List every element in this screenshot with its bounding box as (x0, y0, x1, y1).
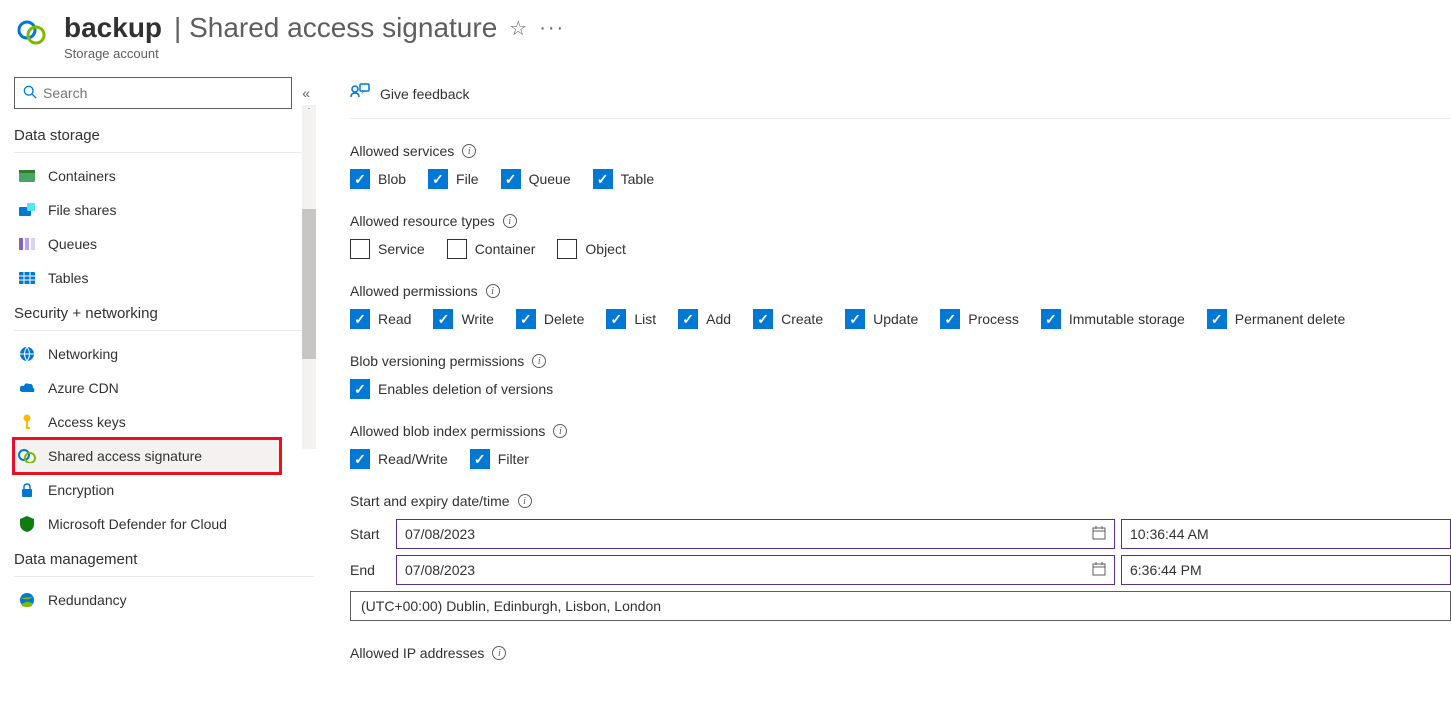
checkbox-container[interactable]: Container (447, 239, 536, 259)
end-label: End (350, 562, 390, 578)
checkbox-permanent-delete[interactable]: Permanent delete (1207, 309, 1346, 329)
page-title: | Shared access signature (174, 12, 497, 44)
section-security: Security + networking (14, 295, 316, 326)
checkbox-immutable[interactable]: Immutable storage (1041, 309, 1185, 329)
feedback-label: Give feedback (380, 86, 470, 102)
checkbox-add[interactable]: Add (678, 309, 731, 329)
ip-label: Allowed IP addresses (350, 645, 484, 661)
storage-account-icon (16, 18, 48, 49)
main-content: Give feedback Allowed services i Blob Fil… (316, 69, 1451, 727)
sidebar-item-azure-cdn[interactable]: Azure CDN (14, 371, 316, 405)
calendar-icon (1092, 526, 1106, 543)
resource-types-label: Allowed resource types (350, 213, 495, 229)
sidebar-item-queues[interactable]: Queues (14, 227, 316, 261)
checkbox-queue[interactable]: Queue (501, 169, 571, 189)
sidebar-item-encryption[interactable]: Encryption (14, 473, 316, 507)
feedback-icon (350, 83, 370, 104)
scrollbar-thumb[interactable] (302, 209, 316, 359)
feedback-link[interactable]: Give feedback (350, 69, 1451, 119)
sas-icon (18, 447, 36, 465)
checkbox-filter[interactable]: Filter (470, 449, 529, 469)
page-header: backup | Shared access signature ☆ ··· S… (0, 0, 1451, 69)
key-icon (18, 413, 36, 431)
lock-icon (18, 481, 36, 499)
search-input[interactable] (43, 85, 283, 101)
section-data-management: Data management (14, 541, 316, 572)
end-date-input[interactable]: 07/08/2023 (396, 555, 1115, 585)
checkbox-update[interactable]: Update (845, 309, 918, 329)
info-icon[interactable]: i (518, 494, 532, 508)
section-data-storage: Data storage (14, 117, 316, 148)
info-icon[interactable]: i (532, 354, 546, 368)
info-icon[interactable]: i (492, 646, 506, 660)
info-icon[interactable]: i (486, 284, 500, 298)
sidebar-item-redundancy[interactable]: Redundancy (14, 583, 316, 617)
info-icon[interactable]: i (553, 424, 567, 438)
favorite-star-icon[interactable]: ☆ (509, 16, 527, 41)
start-label: Start (350, 526, 390, 542)
sidebar-item-shared-access-signature[interactable]: Shared access signature (14, 439, 280, 473)
checkbox-delete[interactable]: Delete (516, 309, 584, 329)
start-date-input[interactable]: 07/08/2023 (396, 519, 1115, 549)
resource-type-subtitle: Storage account (64, 46, 1435, 61)
checkbox-create[interactable]: Create (753, 309, 823, 329)
search-icon (23, 85, 37, 102)
timezone-select[interactable]: (UTC+00:00) Dublin, Edinburgh, Lisbon, L… (350, 591, 1451, 621)
sidebar-search[interactable] (14, 77, 292, 109)
globe-icon (18, 591, 36, 609)
info-icon[interactable]: i (503, 214, 517, 228)
collapse-sidebar-icon[interactable]: « (302, 85, 310, 101)
versioning-label: Blob versioning permissions (350, 353, 524, 369)
calendar-icon (1092, 562, 1106, 579)
shield-icon (18, 515, 36, 533)
allowed-services-label: Allowed services (350, 143, 454, 159)
checkbox-service[interactable]: Service (350, 239, 425, 259)
blob-index-label: Allowed blob index permissions (350, 423, 545, 439)
queues-icon (18, 235, 36, 253)
checkbox-delete-versions[interactable]: Enables deletion of versions (350, 379, 553, 399)
checkbox-object[interactable]: Object (557, 239, 625, 259)
sidebar-item-containers[interactable]: Containers (14, 159, 316, 193)
checkbox-blob[interactable]: Blob (350, 169, 406, 189)
checkbox-process[interactable]: Process (940, 309, 1019, 329)
cdn-icon (18, 379, 36, 397)
sidebar-item-networking[interactable]: Networking (14, 337, 316, 371)
containers-icon (18, 167, 36, 185)
sidebar-item-file-shares[interactable]: File shares (14, 193, 316, 227)
networking-icon (18, 345, 36, 363)
info-icon[interactable]: i (462, 144, 476, 158)
datetime-label: Start and expiry date/time (350, 493, 510, 509)
sidebar-item-tables[interactable]: Tables (14, 261, 316, 295)
sidebar-item-defender[interactable]: Microsoft Defender for Cloud (14, 507, 316, 541)
checkbox-table[interactable]: Table (593, 169, 654, 189)
checkbox-file[interactable]: File (428, 169, 479, 189)
more-actions-icon[interactable]: ··· (539, 17, 565, 40)
resource-name: backup (64, 12, 162, 44)
end-time-input[interactable]: 6:36:44 PM (1121, 555, 1451, 585)
tables-icon (18, 269, 36, 287)
checkbox-readwrite[interactable]: Read/Write (350, 449, 448, 469)
checkbox-list[interactable]: List (606, 309, 656, 329)
permissions-label: Allowed permissions (350, 283, 478, 299)
checkbox-read[interactable]: Read (350, 309, 411, 329)
start-time-input[interactable]: 10:36:44 AM (1121, 519, 1451, 549)
checkbox-write[interactable]: Write (433, 309, 493, 329)
sidebar-item-access-keys[interactable]: Access keys (14, 405, 316, 439)
file-shares-icon (18, 201, 36, 219)
sidebar: « ▲ Data storage Containers File shares … (0, 69, 316, 727)
